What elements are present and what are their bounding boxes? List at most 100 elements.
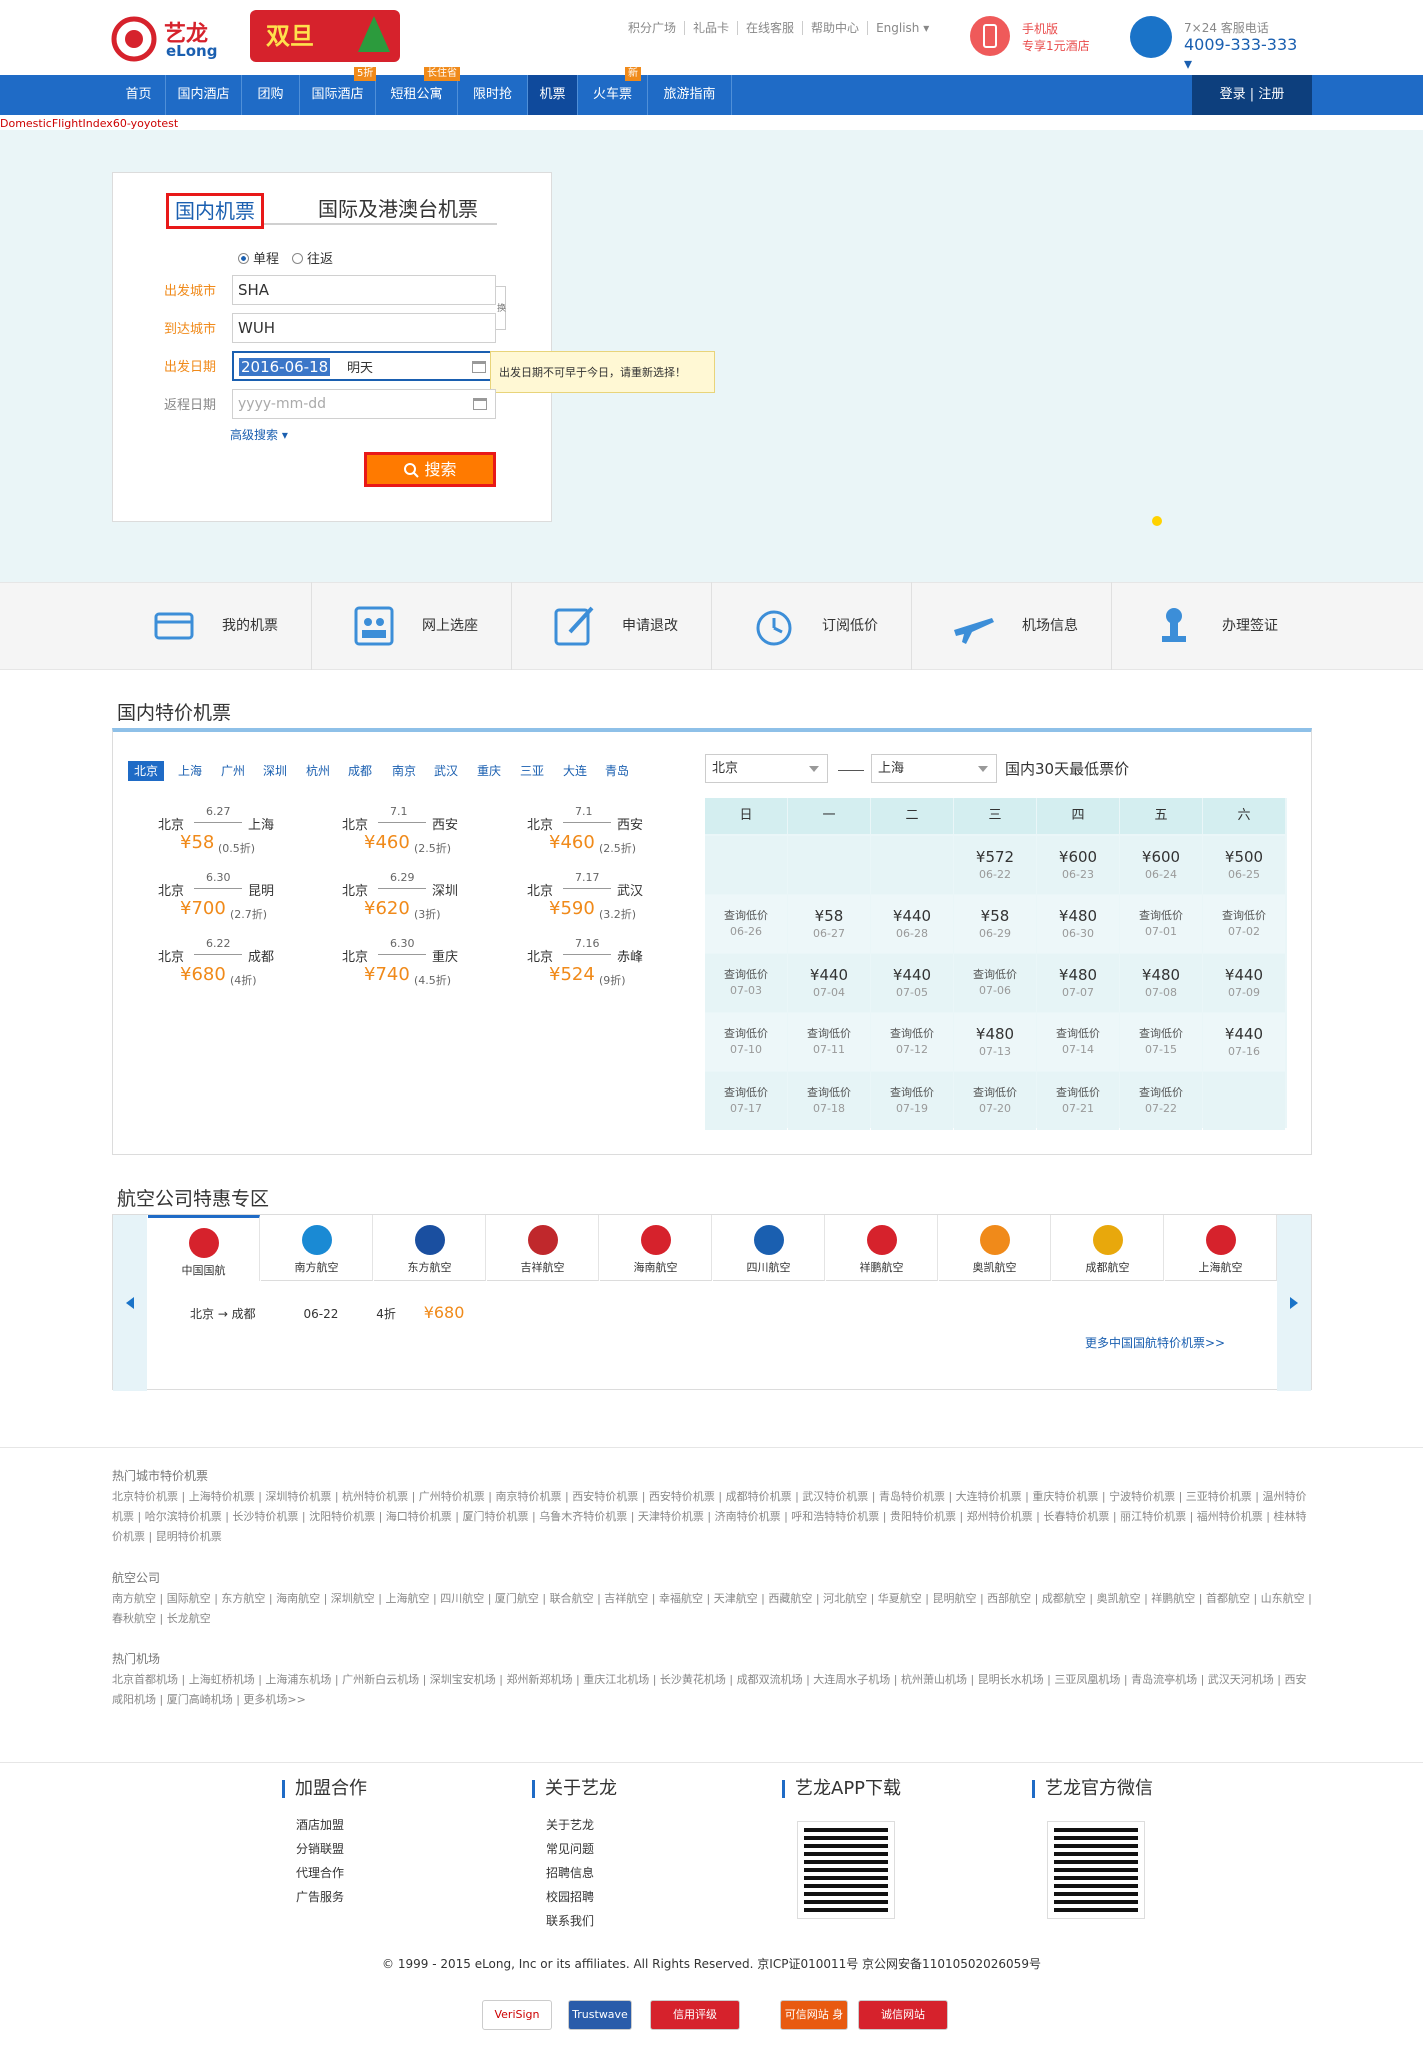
calendar-icon[interactable]: [472, 361, 486, 373]
footer-link[interactable]: 广告服务: [296, 1888, 344, 1905]
route-item[interactable]: 北京 7.1 西安 ¥460 (2.5折): [342, 805, 522, 858]
nav-train[interactable]: 火车票: [578, 75, 648, 115]
trust-badge-4[interactable]: 诚信网站: [858, 2000, 948, 2030]
trust-badge-0[interactable]: VeriSign: [482, 2000, 552, 2030]
radio-roundtrip[interactable]: 往返: [292, 248, 333, 267]
city-filter-1[interactable]: 上海: [178, 761, 202, 781]
carousel-dot[interactable]: [1152, 516, 1162, 526]
service-my-tickets[interactable]: 我的机票: [112, 582, 312, 670]
airline-tab-3[interactable]: 吉祥航空: [487, 1215, 599, 1281]
airports-links[interactable]: 北京首都机场 | 上海虹桥机场 | 上海浦东机场 | 广州新白云机场 | 深圳宝…: [112, 1670, 1312, 1710]
cal-day-cell[interactable]: ¥500 06-25: [1203, 836, 1285, 894]
route-item[interactable]: 北京 6.30 昆明 ¥700 (2.7折): [158, 871, 338, 924]
search-button[interactable]: 搜索: [364, 452, 496, 487]
airline-tab-6[interactable]: 祥鹏航空: [826, 1215, 938, 1281]
airline-tab-1[interactable]: 南方航空: [261, 1215, 373, 1281]
cal-day-cell[interactable]: ¥600 06-24: [1120, 836, 1202, 894]
nav-flash-sale[interactable]: 限时抢: [458, 75, 528, 115]
footer-link[interactable]: 关于艺龙: [546, 1816, 594, 1833]
cal-day-cell[interactable]: 查询低价 07-01: [1120, 895, 1202, 953]
service-visa[interactable]: 办理签证: [1112, 582, 1312, 670]
cal-day-cell[interactable]: 查询低价 07-12: [871, 1013, 953, 1071]
tab-domestic-flights[interactable]: 国内机票: [166, 193, 264, 229]
cal-day-cell[interactable]: 查询低价 07-17: [705, 1072, 787, 1130]
cal-day-cell[interactable]: ¥440 07-05: [871, 954, 953, 1012]
nav-groupbuy[interactable]: 团购: [242, 75, 300, 115]
route-item[interactable]: 北京 7.17 武汉 ¥590 (3.2折): [527, 871, 707, 924]
route-item[interactable]: 北京 6.27 上海 ¥58 (0.5折): [158, 805, 338, 858]
cal-day-cell[interactable]: ¥440 07-16: [1203, 1013, 1285, 1071]
route-item[interactable]: 北京 7.1 西安 ¥460 (2.5折): [527, 805, 707, 858]
city-filter-11[interactable]: 青岛: [605, 761, 629, 781]
airline-tab-2[interactable]: 东方航空: [374, 1215, 486, 1281]
mobile-app-promo[interactable]: 手机版 专享1元酒店: [970, 16, 1120, 56]
to-city-input[interactable]: WUH: [232, 313, 496, 343]
service-airport-info[interactable]: 机场信息: [912, 582, 1112, 670]
service-refund-change[interactable]: 申请退改: [512, 582, 712, 670]
city-filter-9[interactable]: 三亚: [520, 761, 544, 781]
cal-day-cell[interactable]: 查询低价 07-10: [705, 1013, 787, 1071]
top-link-giftcard[interactable]: 礼品卡: [685, 21, 739, 35]
language-switch[interactable]: English ▾: [868, 21, 937, 35]
service-seat-select[interactable]: 网上选座: [312, 582, 512, 670]
route-item[interactable]: 北京 6.29 深圳 ¥620 (3折): [342, 871, 522, 924]
cal-day-cell[interactable]: ¥600 06-23: [1037, 836, 1119, 894]
cal-day-cell[interactable]: 查询低价 07-11: [788, 1013, 870, 1071]
footer-link[interactable]: 分销联盟: [296, 1840, 344, 1857]
cal-day-cell[interactable]: ¥440 06-28: [871, 895, 953, 953]
return-date-input[interactable]: yyyy-mm-dd: [232, 389, 496, 419]
tab-intl-flights[interactable]: 国际及港澳台机票: [318, 193, 478, 222]
top-link-points[interactable]: 积分广场: [620, 21, 686, 35]
city-filter-5[interactable]: 成都: [348, 761, 372, 781]
hotline[interactable]: 7×24 客服电话 4009-333-333 ▾: [1130, 16, 1310, 73]
route-item[interactable]: 北京 6.30 重庆 ¥740 (4.5折): [342, 937, 522, 990]
cal-day-cell[interactable]: ¥480 06-30: [1037, 895, 1119, 953]
calendar-icon[interactable]: [473, 398, 487, 410]
footer-link[interactable]: 常见问题: [546, 1840, 594, 1857]
cal-day-cell[interactable]: 查询低价 07-03: [705, 954, 787, 1012]
city-filter-3[interactable]: 深圳: [263, 761, 287, 781]
footer-link[interactable]: 招聘信息: [546, 1864, 594, 1881]
login-register-button[interactable]: 登录 | 注册: [1192, 75, 1312, 115]
cal-day-cell[interactable]: ¥440 07-09: [1203, 954, 1285, 1012]
city-filter-10[interactable]: 大连: [563, 761, 587, 781]
footer-link[interactable]: 代理合作: [296, 1864, 344, 1881]
cal-day-cell[interactable]: 查询低价 07-02: [1203, 895, 1285, 953]
city-filter-6[interactable]: 南京: [392, 761, 416, 781]
advanced-search-link[interactable]: 高级搜索 ▾: [230, 426, 288, 443]
cal-day-cell[interactable]: ¥572 06-22: [954, 836, 1036, 894]
cal-day-cell[interactable]: ¥58 06-29: [954, 895, 1036, 953]
trust-badge-1[interactable]: Trustwave: [568, 2000, 632, 2030]
top-link-help[interactable]: 帮助中心: [803, 21, 869, 35]
swap-cities-button[interactable]: 换: [496, 286, 506, 330]
depart-date-input[interactable]: 2016-06-18 明天: [232, 351, 496, 381]
cal-day-cell[interactable]: 查询低价 06-26: [705, 895, 787, 953]
cal-day-cell[interactable]: ¥480 07-07: [1037, 954, 1119, 1012]
footer-link[interactable]: 酒店加盟: [296, 1816, 344, 1833]
from-city-input[interactable]: SHA: [232, 275, 496, 305]
nav-apartment[interactable]: 短租公寓: [376, 75, 458, 115]
airline-tab-8[interactable]: 成都航空: [1052, 1215, 1164, 1281]
city-filter-0[interactable]: 北京: [128, 761, 165, 781]
service-price-alert[interactable]: 订阅低价: [712, 582, 912, 670]
city-filter-4[interactable]: 杭州: [306, 761, 330, 781]
cal-from-select[interactable]: 北京: [705, 754, 828, 783]
route-item[interactable]: 北京 7.16 赤峰 ¥524 (9折): [527, 937, 707, 990]
nav-travel-guide[interactable]: 旅游指南: [648, 75, 732, 115]
airlines-prev-button[interactable]: [113, 1215, 147, 1391]
cal-day-cell[interactable]: 查询低价 07-20: [954, 1072, 1036, 1130]
nav-intl-hotel[interactable]: 国际酒店: [300, 75, 376, 115]
cal-day-cell[interactable]: 查询低价 07-18: [788, 1072, 870, 1130]
trust-badge-3[interactable]: 可信网站 身份验证: [780, 2000, 848, 2049]
airline-more-link[interactable]: 更多中国国航特价机票>>: [1085, 1334, 1225, 1351]
cal-day-cell[interactable]: 查询低价 07-06: [954, 954, 1036, 1012]
airline-tab-0[interactable]: 中国国航: [148, 1215, 260, 1281]
airline-tab-5[interactable]: 四川航空: [713, 1215, 825, 1281]
airlines-next-button[interactable]: [1277, 1215, 1311, 1391]
nav-domestic-hotel[interactable]: 国内酒店: [166, 75, 242, 115]
airline-tab-9[interactable]: 上海航空: [1165, 1215, 1277, 1281]
cal-to-select[interactable]: 上海: [871, 754, 997, 783]
city-filter-7[interactable]: 武汉: [434, 761, 458, 781]
cal-day-cell[interactable]: 查询低价 07-19: [871, 1072, 953, 1130]
elong-logo[interactable]: 艺龙 eLong: [110, 14, 230, 64]
